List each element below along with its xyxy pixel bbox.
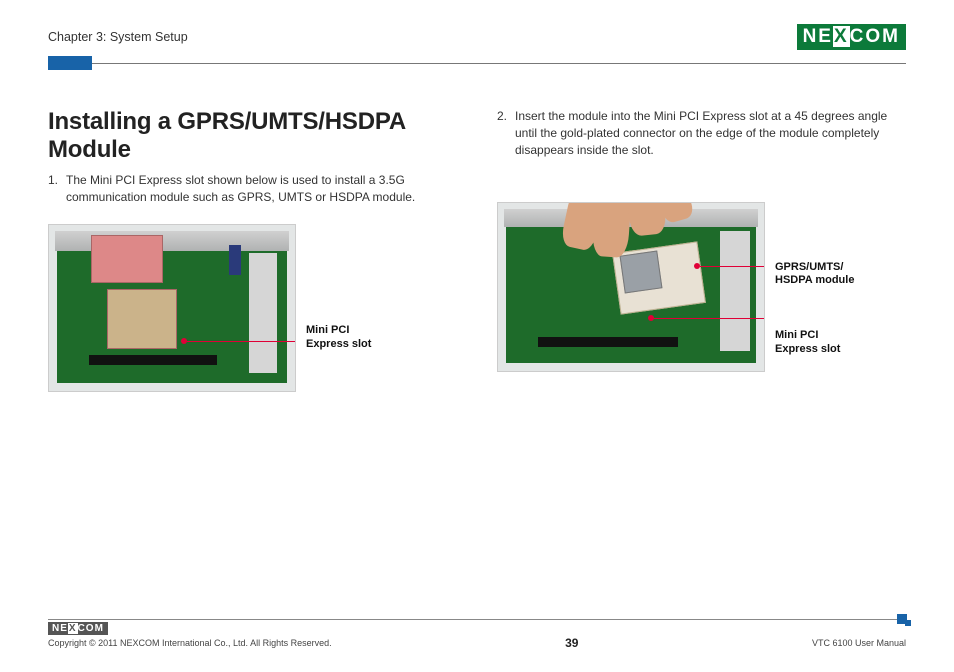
footer-logo-left: NE (52, 623, 68, 634)
footer-logo-x: X (68, 623, 78, 634)
page-number: 39 (565, 636, 578, 650)
step-2-number: 2. (497, 108, 515, 158)
logo-part-right: COM (850, 26, 900, 47)
figure-1-board-photo (48, 224, 296, 392)
nexcom-logo: NEXCOM (797, 24, 906, 50)
logo-part-x: X (833, 26, 850, 47)
left-column: Installing a GPRS/UMTS/HSDPA Module 1. T… (48, 108, 457, 392)
figure-2-callout-slot: Mini PCI Express slot (775, 329, 854, 355)
step-2: 2. Insert the module into the Mini PCI E… (497, 108, 906, 158)
step-1: 1. The Mini PCI Express slot shown below… (48, 172, 457, 206)
right-column: 2. Insert the module into the Mini PCI E… (497, 108, 906, 392)
copyright-text: Copyright © 2011 NEXCOM International Co… (48, 638, 332, 648)
step-1-number: 1. (48, 172, 66, 206)
figure-2-install-photo (497, 202, 765, 372)
footer-logo: NEXCOM (48, 618, 108, 636)
chapter-label: Chapter 3: System Setup (48, 30, 188, 44)
footer-rule (48, 619, 906, 620)
page-title: Installing a GPRS/UMTS/HSDPA Module (48, 108, 457, 164)
footer-logo-right: COM (78, 623, 104, 634)
header-rule (48, 56, 906, 70)
logo-part-left: NE (803, 26, 833, 47)
figure-1-callout-slot: Mini PCI Express slot (306, 324, 371, 350)
document-name: VTC 6100 User Manual (812, 638, 906, 648)
step-2-text: Insert the module into the Mini PCI Expr… (515, 108, 906, 158)
step-1-text: The Mini PCI Express slot shown below is… (66, 172, 457, 206)
figure-2-callout-module: GPRS/UMTS/ HSDPA module (775, 261, 854, 287)
